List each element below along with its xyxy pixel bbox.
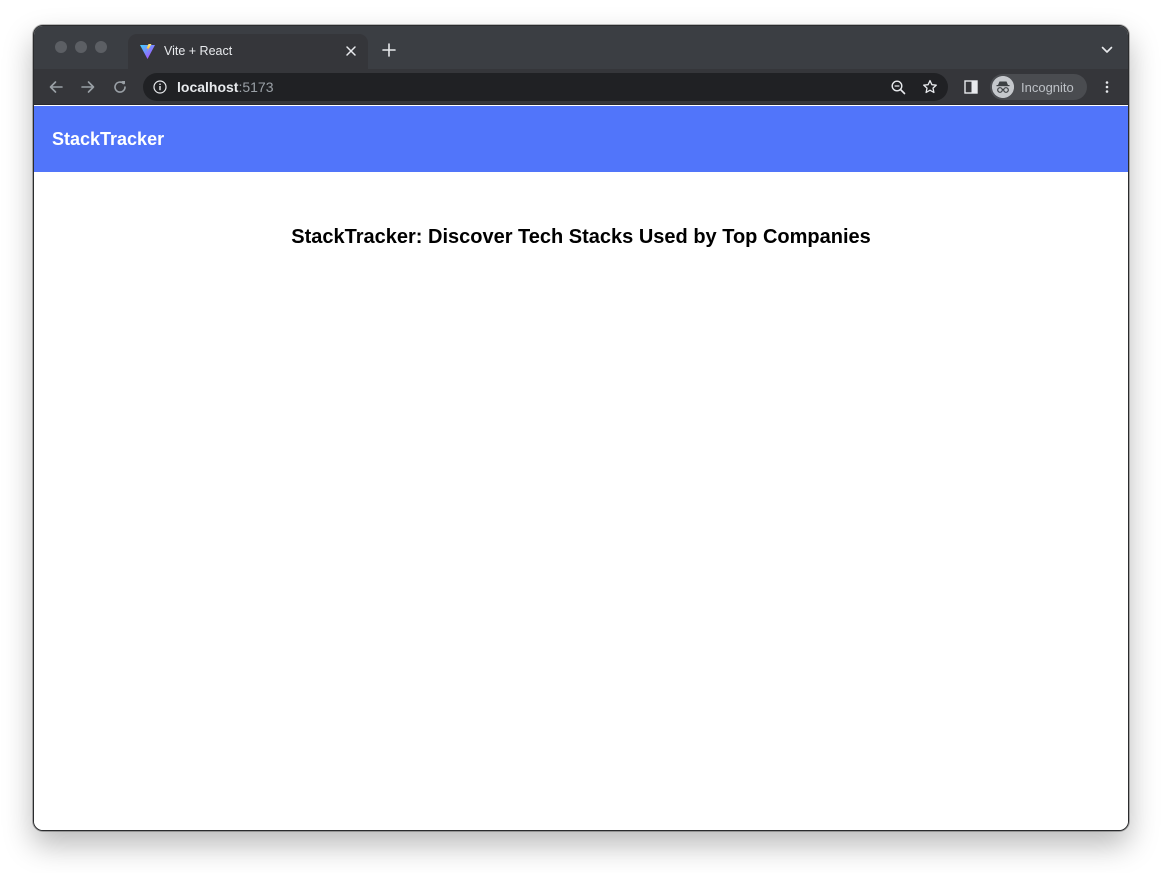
close-window-button[interactable]	[55, 41, 67, 53]
profile-button[interactable]: Incognito	[990, 74, 1087, 100]
arrow-right-icon[interactable]	[80, 79, 96, 95]
vite-logo-icon	[140, 44, 155, 59]
tab-strip: Vite + React	[34, 26, 1128, 69]
browser-window: Vite + React localhost:5173 Incognito St…	[33, 25, 1129, 831]
incognito-icon	[992, 76, 1014, 98]
profile-label: Incognito	[1021, 80, 1074, 95]
active-tab[interactable]: Vite + React	[128, 34, 368, 69]
arrow-left-icon[interactable]	[48, 79, 64, 95]
side-panel-icon[interactable]	[964, 80, 978, 94]
address-bar[interactable]: localhost:5173	[143, 73, 948, 101]
minimize-window-button[interactable]	[75, 41, 87, 53]
chevron-down-icon[interactable]	[1101, 46, 1113, 54]
page-viewport: StackTracker StackTracker: Discover Tech…	[34, 106, 1128, 830]
info-icon[interactable]	[153, 80, 167, 94]
close-icon[interactable]	[345, 45, 357, 57]
window-controls	[55, 41, 107, 53]
url-text[interactable]: localhost:5173	[177, 79, 274, 95]
star-icon[interactable]	[922, 79, 938, 95]
page-title: StackTracker: Discover Tech Stacks Used …	[291, 226, 871, 248]
url-host: localhost	[177, 79, 239, 95]
kebab-menu-icon[interactable]	[1100, 80, 1114, 94]
reload-icon[interactable]	[112, 79, 128, 95]
zoom-out-icon[interactable]	[891, 80, 906, 95]
navbar-brand[interactable]: StackTracker	[52, 129, 164, 150]
browser-toolbar: localhost:5173 Incognito	[34, 69, 1128, 105]
tab-title: Vite + React	[164, 44, 233, 58]
app-navbar: StackTracker	[34, 106, 1128, 172]
maximize-window-button[interactable]	[95, 41, 107, 53]
url-port: :5173	[238, 79, 274, 95]
plus-icon[interactable]	[382, 43, 396, 57]
